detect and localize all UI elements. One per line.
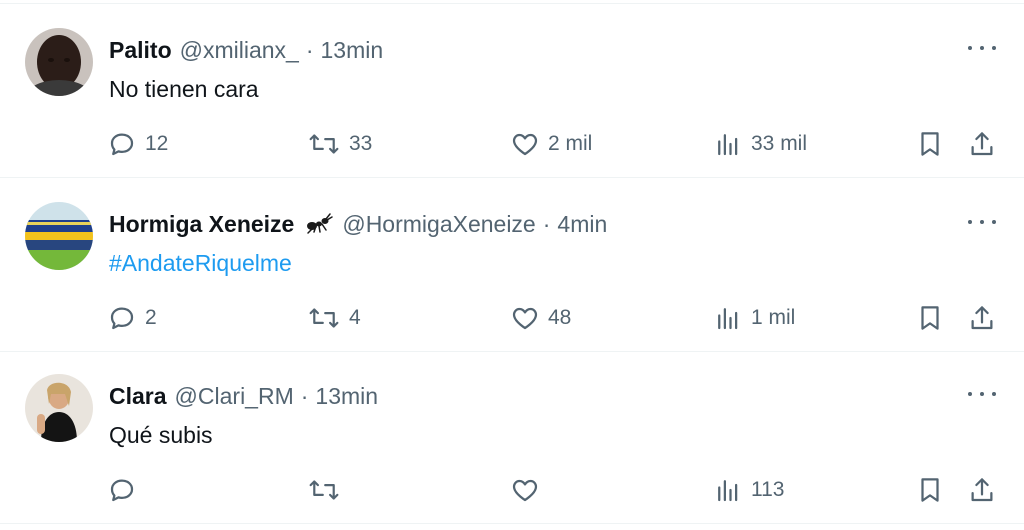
reply-icon [110, 133, 134, 156]
more-dot [968, 392, 972, 396]
user-handle[interactable]: @HormigaXeneize [342, 208, 535, 240]
reply-button[interactable] [107, 472, 145, 508]
bookmark-icon [921, 132, 939, 156]
like-button[interactable]: 2 mil [510, 126, 592, 162]
display-name[interactable]: Hormiga Xeneize [109, 208, 294, 240]
share-icon [971, 132, 993, 156]
views-icon [718, 480, 738, 502]
avatar[interactable] [25, 374, 93, 442]
more-dot [992, 46, 996, 50]
retweet-button[interactable]: 4 [307, 300, 361, 336]
hashtag-link[interactable]: #AndateRiquelme [109, 250, 292, 276]
heart-icon [512, 479, 538, 502]
views-button[interactable]: 113 [713, 472, 784, 508]
share-icon [971, 478, 993, 502]
views-icon [718, 308, 738, 330]
like-button[interactable] [510, 472, 548, 508]
more-dot [980, 392, 984, 396]
heart-icon [512, 307, 538, 330]
reply-count: 2 [145, 306, 157, 329]
retweet-button[interactable]: 33 [307, 126, 372, 162]
tweet-text: No tienen cara [109, 76, 259, 102]
share-button[interactable] [967, 300, 997, 336]
retweet-count: 33 [349, 132, 373, 155]
heart-icon [512, 133, 538, 156]
tweet-feed: Palito @xmilianx_ · 13min No tienen cara… [0, 0, 1024, 530]
timestamp[interactable]: 4min [557, 208, 607, 240]
like-count: 48 [548, 306, 572, 329]
view-count: 1 mil [751, 306, 796, 329]
share-button[interactable] [967, 472, 997, 508]
tweet-text: #AndateRiquelme [109, 246, 292, 280]
more-options-button[interactable] [968, 384, 996, 404]
timestamp[interactable]: 13min [321, 34, 384, 66]
display-name[interactable]: Palito [109, 34, 172, 66]
bookmark-icon [921, 306, 939, 330]
retweet-icon [309, 308, 339, 328]
more-options-button[interactable] [968, 38, 996, 58]
user-handle[interactable]: @Clari_RM [175, 380, 294, 412]
tweet-header: Hormiga Xeneize @HormigaXeneize · 4min [109, 208, 607, 240]
bookmark-icon [921, 478, 939, 502]
reply-icon [110, 479, 134, 502]
reply-icon [110, 307, 134, 330]
separator: · [300, 383, 309, 409]
separator: · [305, 37, 314, 63]
tweet-header: Palito @xmilianx_ · 13min [109, 34, 383, 66]
retweet-button[interactable] [307, 472, 349, 508]
views-button[interactable]: 1 mil [713, 300, 795, 336]
tweet-text: Qué subis [109, 422, 213, 448]
share-icon [971, 306, 993, 330]
more-dot [992, 392, 996, 396]
reply-button[interactable]: 2 [107, 300, 157, 336]
bookmark-button[interactable] [915, 126, 945, 162]
more-dot [980, 220, 984, 224]
like-count: 2 mil [548, 132, 593, 155]
avatar[interactable] [25, 202, 93, 270]
bookmark-button[interactable] [915, 472, 945, 508]
retweet-icon [309, 480, 339, 500]
more-dot [968, 220, 972, 224]
avatar[interactable] [25, 28, 93, 96]
bookmark-button[interactable] [915, 300, 945, 336]
view-count: 33 mil [751, 132, 808, 155]
views-icon [718, 134, 738, 156]
retweet-count: 4 [349, 306, 361, 329]
more-dot [992, 220, 996, 224]
tweet[interactable]: Clara @Clari_RM · 13min Qué subis 113 [0, 350, 1024, 524]
user-handle[interactable]: @xmilianx_ [180, 34, 299, 66]
timestamp[interactable]: 13min [315, 380, 378, 412]
display-name[interactable]: Clara [109, 380, 167, 412]
ant-icon [304, 211, 334, 237]
share-button[interactable] [967, 126, 997, 162]
view-count: 113 [751, 478, 785, 501]
tweet[interactable]: Palito @xmilianx_ · 13min No tienen cara… [0, 4, 1024, 178]
separator: · [542, 211, 551, 237]
tweet-header: Clara @Clari_RM · 13min [109, 380, 378, 412]
reply-count: 12 [145, 132, 169, 155]
more-dot [980, 46, 984, 50]
more-options-button[interactable] [968, 212, 996, 232]
reply-button[interactable]: 12 [107, 126, 168, 162]
more-dot [968, 46, 972, 50]
retweet-icon [309, 134, 339, 154]
views-button[interactable]: 33 mil [713, 126, 807, 162]
like-button[interactable]: 48 [510, 300, 571, 336]
tweet[interactable]: Hormiga Xeneize @HormigaXeneize · 4min #… [0, 178, 1024, 352]
